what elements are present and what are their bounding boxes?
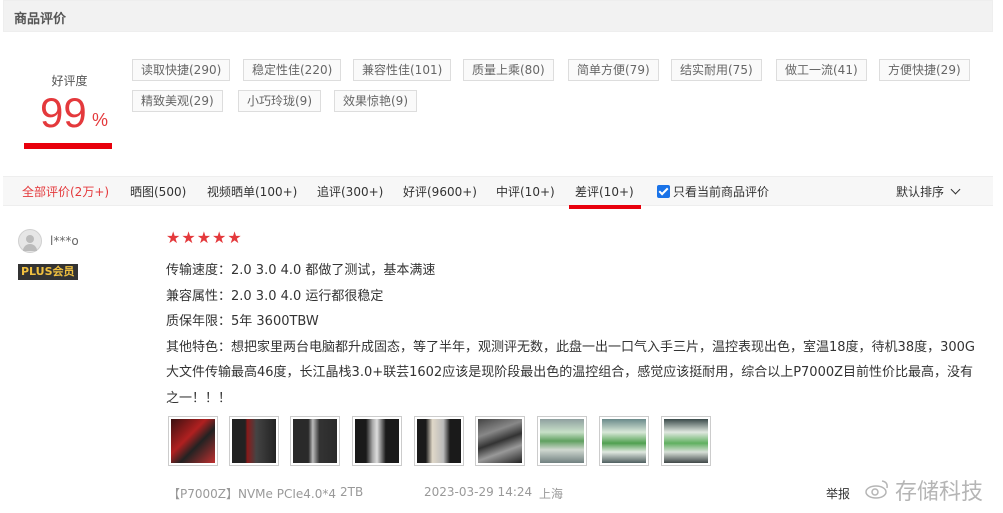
review-image-thumb[interactable] xyxy=(229,416,279,466)
report-link[interactable]: 举报 xyxy=(826,485,850,502)
review-image-thumb[interactable] xyxy=(290,416,340,466)
filter-tab[interactable]: 好评(9600+) xyxy=(403,183,477,200)
rating-highlight-bar xyxy=(24,143,112,149)
bad-review-highlight-bar xyxy=(569,205,641,209)
checkbox-checked-icon[interactable] xyxy=(657,185,670,198)
filter-tab[interactable]: 晒图(500) xyxy=(130,183,186,200)
review-content: 传输速度：2.0 3.0 4.0 都做了测试，基本满速 兼容属性：2.0 3.0… xyxy=(166,258,976,411)
review-image-thumb[interactable] xyxy=(475,416,525,466)
review-line: 质保年限：5年 3600TBW xyxy=(166,314,319,329)
star-rating: ★★★★★ xyxy=(166,228,243,247)
review-line: 其他特色：想把家里两台电脑都升成固态，等了半年，观测评无数，此盘一出一口气入手三… xyxy=(166,339,975,406)
review-location: 上海 xyxy=(539,487,564,501)
review-image-thumb[interactable] xyxy=(661,416,711,466)
chevron-down-icon xyxy=(950,184,961,195)
weibo-logo-icon xyxy=(865,480,888,499)
review-line: 兼容属性：2.0 3.0 4.0 运行都很稳定 xyxy=(166,288,384,304)
product-spec: 【P7000Z】NVMe PCIe4.0*4 xyxy=(168,487,336,501)
only-current-product-toggle[interactable]: 只看当前商品评价 xyxy=(657,183,769,200)
review-tag[interactable]: 读取快捷(290) xyxy=(132,59,231,81)
rating-unit: % xyxy=(92,110,109,130)
star-icon: ★ xyxy=(196,228,213,247)
star-icon: ★ xyxy=(212,228,228,247)
review-image-thumb[interactable] xyxy=(352,416,402,466)
filter-tab[interactable]: 中评(10+) xyxy=(496,183,555,200)
review-image-thumb[interactable] xyxy=(168,416,218,466)
review-tag[interactable]: 效果惊艳(9) xyxy=(334,90,417,112)
filter-tab[interactable]: 追评(300+) xyxy=(317,183,383,200)
review-line: 传输速度：2.0 3.0 4.0 都做了测试，基本满速 xyxy=(166,263,436,278)
review-tag[interactable]: 结实耐用(75) xyxy=(671,59,762,81)
rating-box: 好评度 xyxy=(22,72,117,89)
rating-value: 99 xyxy=(40,89,87,136)
filter-tab[interactable]: 视频晒单(100+) xyxy=(207,183,297,200)
review-tag[interactable]: 小巧玲珑(9) xyxy=(238,90,321,112)
plus-member-badge: PLUS会员 xyxy=(18,264,78,280)
review-time: 2023-03-29 14:24 xyxy=(424,485,533,499)
review-tag[interactable]: 精致美观(29) xyxy=(132,90,223,112)
review-tag[interactable]: 方便快捷(29) xyxy=(879,59,970,81)
star-icon: ★ xyxy=(166,228,182,247)
sort-dropdown[interactable]: 默认排序 xyxy=(896,183,961,200)
user-name[interactable]: l***o xyxy=(50,234,79,248)
review-image-thumb[interactable] xyxy=(599,416,649,466)
review-image-thumb[interactable] xyxy=(537,416,587,466)
sort-label: 默认排序 xyxy=(896,185,945,199)
section-title: 商品评价 xyxy=(14,12,67,27)
review-tag[interactable]: 稳定性佳(220) xyxy=(243,59,342,81)
watermark-text: 存储科技 xyxy=(895,480,984,505)
filter-tab[interactable]: 差评(10+) xyxy=(575,183,634,200)
review-tag[interactable]: 质量上乘(80) xyxy=(463,59,554,81)
review-tag[interactable]: 做工一流(41) xyxy=(776,59,867,81)
user-avatar[interactable] xyxy=(18,229,42,253)
filter-tab[interactable]: 全部评价(2万+) xyxy=(22,183,109,200)
only-current-label: 只看当前商品评价 xyxy=(673,185,770,199)
review-tag[interactable]: 简单方便(79) xyxy=(568,59,659,81)
review-image-thumb[interactable] xyxy=(414,416,464,466)
section-header: 商品评价 xyxy=(3,0,993,32)
star-icon: ★ xyxy=(227,228,243,247)
product-capacity: 2TB xyxy=(340,485,364,499)
rating-label: 好评度 xyxy=(51,74,88,88)
star-icon: ★ xyxy=(181,228,197,247)
review-tag[interactable]: 兼容性佳(101) xyxy=(353,59,452,81)
